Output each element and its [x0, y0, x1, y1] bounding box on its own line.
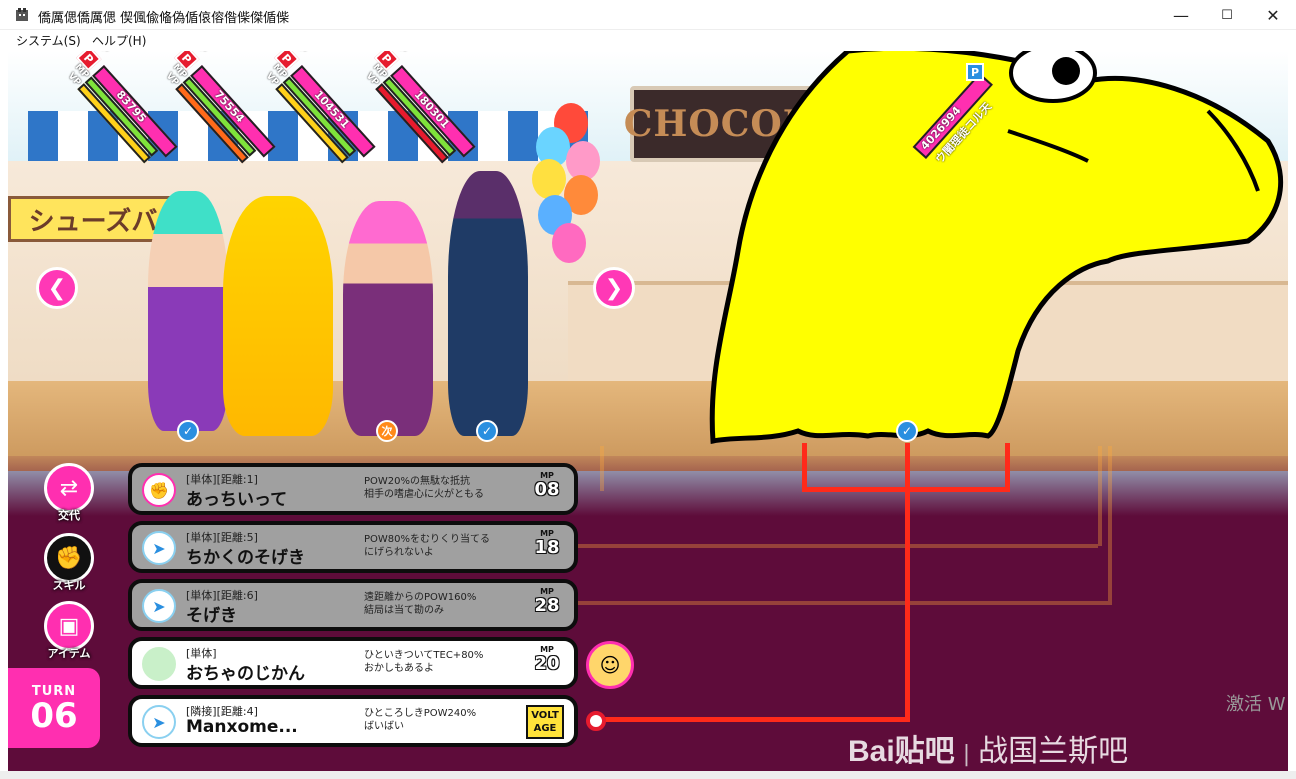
target-line: [1108, 446, 1112, 605]
maximize-button[interactable]: ☐: [1204, 0, 1250, 30]
skill-name: あっちいって: [186, 490, 288, 510]
activate-windows-text: 激活 W: [1226, 694, 1286, 715]
active-target-line: [905, 443, 910, 722]
balloon: [552, 223, 586, 263]
chevron-right-icon: ❯: [604, 275, 624, 301]
skill-row-selected[interactable]: ➤ [隣接][距離:4] Manxome... ひところしきPOW240% ばいば…: [128, 695, 578, 747]
target-origin-dot: [586, 711, 606, 731]
character-face-icon: ☺: [586, 641, 634, 689]
chevron-left-icon: ❮: [47, 275, 67, 301]
target-line: [1098, 446, 1102, 546]
watermark: Bai贴吧 | 战国兰斯吧: [848, 734, 1129, 769]
skill-row[interactable]: ➤ [単体][距離:5] ちかくのそげき POW80%をむりくり当てる にげられな…: [128, 521, 578, 573]
next-target-button[interactable]: ❯: [593, 267, 635, 309]
tea-icon: [142, 647, 176, 681]
menu-system[interactable]: システム(S): [16, 32, 81, 49]
volt-age-badge: VOLT AGE: [526, 705, 564, 739]
turn-counter: TURN 06: [8, 668, 100, 748]
bullet-icon: ➤: [142, 589, 176, 623]
party-member-3-sprite[interactable]: [343, 201, 433, 436]
app-icon: [16, 8, 28, 21]
item-menu-button[interactable]: ▣ アイテム: [38, 601, 100, 661]
minimize-button[interactable]: —: [1158, 0, 1204, 30]
party-member-1-sprite[interactable]: [148, 191, 228, 431]
skill-name: Manxome...: [186, 717, 298, 737]
mp-cost: MP 28: [534, 587, 560, 616]
bullet-icon: ➤: [142, 531, 176, 565]
bag-icon: ▣: [44, 601, 94, 651]
skill-name: そげき: [186, 606, 237, 626]
title-bar: 僑厲偲僑厲偲 偰偑偸偹偽偱偯傛偺偨傑偱偨 — ☐ ✕: [0, 0, 1296, 30]
active-target-line: [802, 487, 1010, 492]
target-line: [578, 544, 1098, 548]
menu-bar: システム(S) ヘルプ(H): [0, 30, 1296, 50]
close-button[interactable]: ✕: [1250, 0, 1296, 30]
skill-description: POW20%の無駄な抵抗 相手の嗜虐心に火がともる: [364, 476, 484, 500]
skill-description: ひといきついてTEC+80% おかしもあるよ: [364, 650, 484, 674]
ready-check-icon: ✓: [177, 420, 199, 442]
skill-description: 遠距離からのPOW160% 結局は当て勘のみ: [364, 592, 477, 616]
skill-row[interactable]: [単体] おちゃのじかん ひといきついてTEC+80% おかしもあるよ MP 20: [128, 637, 578, 689]
skill-menu-button[interactable]: ✊ スキル: [38, 533, 100, 593]
target-line: [600, 446, 604, 491]
bullet-icon: ➤: [142, 705, 176, 739]
menu-help[interactable]: ヘルプ(H): [92, 32, 146, 49]
active-target-line: [1005, 443, 1010, 492]
swap-label: 交代: [58, 509, 80, 522]
enemy-badge: P: [966, 63, 984, 81]
skill-row[interactable]: ➤ [単体][距離:6] そげき 遠距離からのPOW160% 結局は当て勘のみ M…: [128, 579, 578, 631]
balloon: [532, 159, 566, 199]
skill-name: ちかくのそげき: [186, 548, 305, 568]
turn-number: 06: [30, 695, 78, 736]
skill-name: おちゃのじかん: [186, 664, 305, 684]
fist-icon: ✊: [44, 533, 94, 583]
target-line: [578, 601, 1108, 605]
skill-label: スキル: [52, 579, 86, 592]
mp-cost: MP 08: [534, 471, 560, 500]
next-turn-icon: 次: [376, 420, 398, 442]
mp-cost: MP 18: [534, 529, 560, 558]
enemy-sprite[interactable]: [708, 51, 1288, 451]
skill-row[interactable]: ✊ [単体][距離:1] あっちいって POW20%の無駄な抵抗 相手の嗜虐心に火…: [128, 463, 578, 515]
ready-check-icon: ✓: [896, 420, 918, 442]
window-title: 僑厲偲僑厲偲 偰偑偸偹偽偱偯傛偺偨傑偱偨: [38, 11, 290, 26]
game-viewport[interactable]: シューズバ CHOCOLATE ❮ ❯ ✓ 次 ✓ ✓ P HP 83795 M…: [8, 51, 1288, 771]
item-label: アイテム: [47, 647, 91, 660]
swap-icon: ⇄: [44, 463, 94, 513]
swap-button[interactable]: ⇄ 交代: [38, 463, 100, 523]
ready-check-icon: ✓: [476, 420, 498, 442]
mp-cost: MP 20: [534, 645, 560, 674]
prev-target-button[interactable]: ❮: [36, 267, 78, 309]
party-member-4-sprite[interactable]: [448, 171, 528, 436]
skill-description: POW80%をむりくり当てる にげられないよ: [364, 534, 491, 558]
active-target-line: [802, 443, 807, 492]
window-bottom-edge: [0, 771, 1296, 779]
fist-icon: ✊: [142, 473, 176, 507]
party-member-2-sprite[interactable]: [223, 196, 333, 436]
active-target-line: [600, 717, 910, 722]
skill-description: ひところしきPOW240% ばいばい: [364, 708, 477, 732]
